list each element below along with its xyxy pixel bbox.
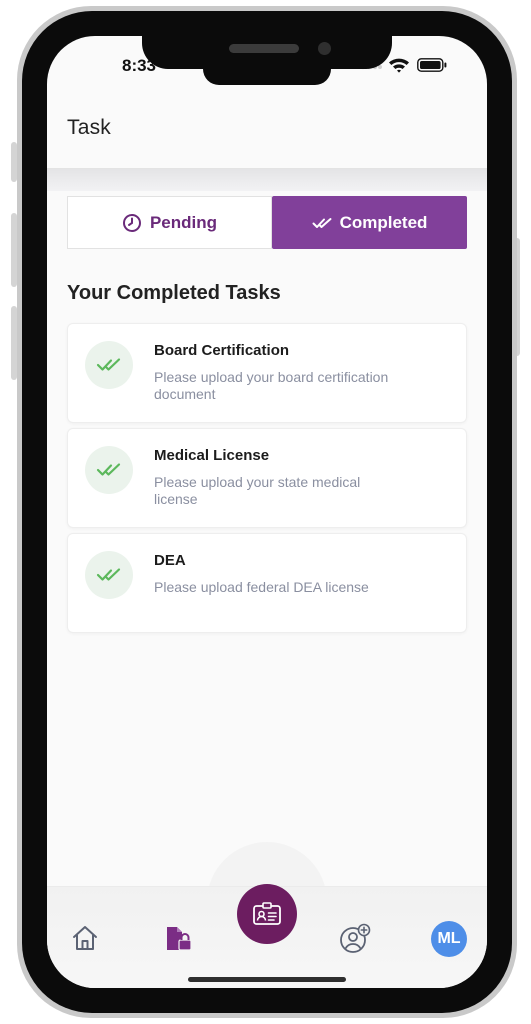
nav-add-profile-button[interactable] — [338, 922, 372, 956]
nav-home-button[interactable] — [69, 922, 101, 954]
tab-pending-label: Pending — [149, 212, 218, 232]
app-screen: 8:33 Task Pending Completed Your Complet… — [47, 36, 487, 988]
home-icon — [73, 926, 97, 950]
task-description: Please upload your state medical license — [154, 474, 361, 507]
nav-documents-button[interactable] — [161, 922, 195, 956]
task-card[interactable]: Board Certification Please upload your b… — [67, 323, 467, 423]
task-description: Please upload federal DEA license — [154, 579, 369, 595]
section-title: Your Completed Tasks — [67, 282, 281, 304]
tab-completed[interactable]: Completed — [272, 196, 467, 249]
home-indicator[interactable] — [188, 977, 346, 982]
documents-lock-icon — [167, 927, 192, 951]
avatar[interactable]: ML — [431, 921, 467, 957]
task-card[interactable]: DEA Please upload federal DEA license — [67, 533, 467, 633]
wifi-icon — [389, 58, 409, 73]
task-title: Board Certification — [154, 342, 290, 359]
avatar-initials: ML — [437, 930, 461, 947]
double-check-icon — [96, 463, 121, 476]
battery-icon — [417, 58, 447, 72]
task-title: Medical License — [154, 447, 270, 464]
task-status-badge — [85, 446, 133, 494]
task-description: Please upload your board certification d… — [154, 369, 389, 402]
double-check-icon — [96, 358, 121, 371]
add-user-icon — [340, 923, 371, 953]
tab-completed-label: Completed — [339, 212, 428, 232]
front-camera — [318, 42, 331, 55]
tab-pending[interactable]: Pending — [67, 196, 272, 249]
header-shadow — [47, 169, 487, 191]
task-status-badge — [85, 551, 133, 599]
device-notch-lower — [203, 60, 331, 85]
page-title: Task — [67, 116, 111, 139]
nav-credentials-button[interactable] — [237, 884, 297, 944]
task-title: DEA — [154, 552, 186, 569]
id-card-icon — [253, 902, 281, 925]
double-check-icon — [96, 568, 121, 581]
speaker-grille — [229, 44, 299, 53]
double-check-icon — [312, 217, 332, 228]
task-card[interactable]: Medical License Please upload your state… — [67, 428, 467, 528]
task-status-badge — [85, 341, 133, 389]
clock-icon — [122, 213, 141, 232]
